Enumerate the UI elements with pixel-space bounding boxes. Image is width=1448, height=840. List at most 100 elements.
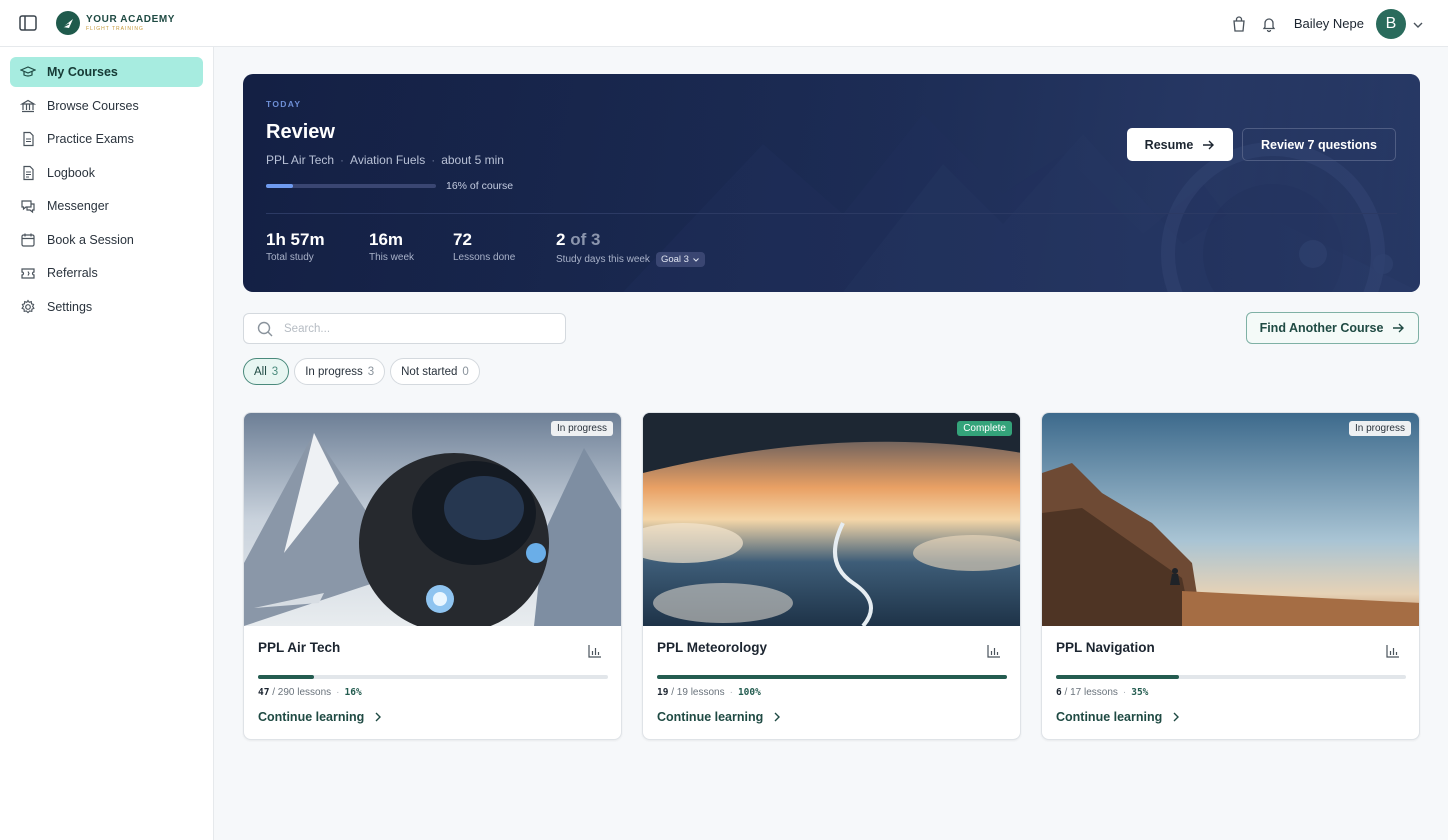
calendar-icon [20, 232, 36, 248]
ticket-icon [20, 265, 36, 281]
find-another-course-button[interactable]: Find Another Course [1246, 312, 1419, 344]
plane-logo-icon [56, 11, 80, 35]
hero-progress-bar [266, 184, 436, 188]
sidebar-item-messenger[interactable]: Messenger [10, 191, 203, 221]
search-icon [257, 321, 273, 336]
brand-title: YOUR ACADEMY [86, 13, 176, 25]
mountain-helmet-background [243, 74, 1420, 292]
course-meta: 19 / 19 lessons · 100% [657, 687, 761, 698]
stat-total-study: 1h 57m Total study [266, 230, 325, 263]
brand-subtitle: FLIGHT TRAINING [86, 25, 144, 32]
course-image-helmet [244, 413, 621, 626]
course-image-cliff [1042, 413, 1419, 626]
course-card-navigation[interactable]: In progress PPL Navigation 6 / 17 lesson… [1041, 412, 1420, 740]
exam-icon [20, 131, 36, 147]
graduation-cap-icon [20, 64, 36, 80]
search-box [243, 313, 566, 344]
goal-dropdown[interactable]: Goal 3 [655, 252, 705, 267]
course-progress-fill [657, 675, 1007, 679]
stat-value: 16m [369, 230, 404, 249]
sidebar: My Courses Browse Courses Practice Exams… [0, 47, 214, 840]
sidebar-item-my-courses[interactable]: My Courses [10, 57, 203, 87]
brand-logo[interactable]: YOUR ACADEMY FLIGHT TRAINING [56, 11, 175, 35]
hero-meta: PPL Air Tech · Aviation Fuels · about 5 mi… [266, 153, 504, 167]
stat-study-days: 2 of 3 Study days this week Goal 3 [556, 230, 705, 267]
hero-title: Review [266, 121, 335, 143]
sidebar-item-label: Logbook [47, 165, 95, 180]
sidebar-item-label: Browse Courses [47, 98, 139, 113]
course-progress-fill [258, 675, 314, 679]
bar-chart-icon[interactable] [1385, 643, 1401, 659]
sidebar-item-practice-exams[interactable]: Practice Exams [10, 124, 203, 154]
sidebar-item-label: Settings [47, 299, 93, 314]
filter-all[interactable]: All 3 [243, 358, 290, 385]
avatar[interactable]: B [1376, 8, 1406, 39]
sidebar-item-book-a-session[interactable]: Book a Session [10, 225, 203, 255]
hero-progress-fill [266, 184, 294, 188]
user-name[interactable]: Bailey Nepe [1294, 16, 1364, 31]
hero-progress-label: 16% of course [446, 180, 514, 192]
stat-value: 1h 57m [266, 230, 325, 249]
filter-in-progress[interactable]: In progress 3 [294, 358, 386, 385]
status-badge: In progress [550, 421, 613, 436]
stat-label: Lessons done [453, 252, 516, 263]
sidebar-item-label: Referrals [47, 266, 98, 280]
chevron-right-icon [1173, 712, 1180, 722]
continue-learning-link[interactable]: Continue learning [1056, 710, 1182, 724]
course-card-meteorology[interactable]: Complete PPL Meteorology 19 / 19 lessons… [642, 412, 1021, 740]
continue-learning-link[interactable]: Continue learning [657, 710, 783, 724]
course-image-sky [643, 413, 1020, 626]
sidebar-item-referrals[interactable]: Referrals [10, 258, 203, 288]
stat-label: Total study [266, 252, 314, 263]
chevron-down-icon[interactable] [1412, 18, 1424, 30]
course-title: PPL Meteorology [657, 640, 768, 655]
stat-lessons-done: 72 Lessons done [453, 230, 515, 263]
course-meta: 6 / 17 lessons · 35% [1056, 687, 1149, 698]
hero-duration: about 5 min [441, 153, 504, 167]
review-questions-button[interactable]: Review 7 questions [1242, 128, 1396, 161]
course-meta: 47 / 290 lessons · 16% [258, 687, 362, 698]
sidebar-item-logbook[interactable]: Logbook [10, 158, 203, 188]
arrow-right-icon [1393, 323, 1405, 333]
bell-icon[interactable] [1260, 15, 1278, 33]
status-badge: In progress [1348, 421, 1411, 436]
course-progress-bar [1056, 675, 1406, 679]
bar-chart-icon[interactable] [986, 643, 1002, 659]
stat-label: Study days this week Goal 3 [556, 252, 705, 267]
resume-button[interactable]: Resume [1127, 128, 1233, 161]
course-progress-bar [258, 675, 608, 679]
stat-value: 2 of 3 [556, 230, 601, 249]
sidebar-item-browse-courses[interactable]: Browse Courses [10, 91, 203, 121]
hero-course: PPL Air Tech [266, 153, 335, 167]
sidebar-item-settings[interactable]: Settings [10, 292, 203, 322]
document-icon [20, 165, 36, 181]
continue-learning-link[interactable]: Continue learning [258, 710, 384, 724]
stat-value: 72 [453, 230, 472, 249]
bar-chart-icon[interactable] [587, 643, 603, 659]
chevron-right-icon [774, 712, 781, 722]
gear-icon [20, 299, 36, 315]
sidebar-item-label: Practice Exams [47, 132, 134, 146]
search-input[interactable] [284, 322, 544, 335]
chevron-down-icon [693, 257, 699, 262]
hero-lesson: Aviation Fuels [350, 153, 426, 167]
sidebar-toggle-icon[interactable] [18, 13, 38, 33]
status-badge: Complete [957, 421, 1012, 436]
filter-not-started[interactable]: Not started 0 [390, 358, 480, 385]
stat-label: This week [369, 252, 415, 263]
arrow-right-icon [1203, 140, 1215, 149]
course-card-air-tech[interactable]: In progress PPL Air Tech 47 / 290 lesson… [243, 412, 622, 740]
hero-tag: TODAY [266, 99, 302, 109]
sidebar-item-label: Messenger [47, 199, 109, 213]
filter-chips: All 3 In progress 3 Not started 0 [243, 358, 480, 385]
course-progress-bar [657, 675, 1007, 679]
chat-icon [20, 198, 36, 214]
top-bar: YOUR ACADEMY FLIGHT TRAINING Bailey Nepe… [0, 0, 1448, 47]
bag-icon[interactable] [1230, 15, 1248, 33]
sidebar-item-label: Book a Session [47, 232, 134, 247]
today-review-banner: TODAY Review PPL Air Tech · Aviation Fuel… [243, 74, 1420, 292]
stat-this-week: 16m This week [369, 230, 414, 263]
sidebar-item-label: My Courses [47, 65, 118, 79]
course-title: PPL Navigation [1056, 640, 1155, 655]
library-icon [20, 98, 36, 114]
